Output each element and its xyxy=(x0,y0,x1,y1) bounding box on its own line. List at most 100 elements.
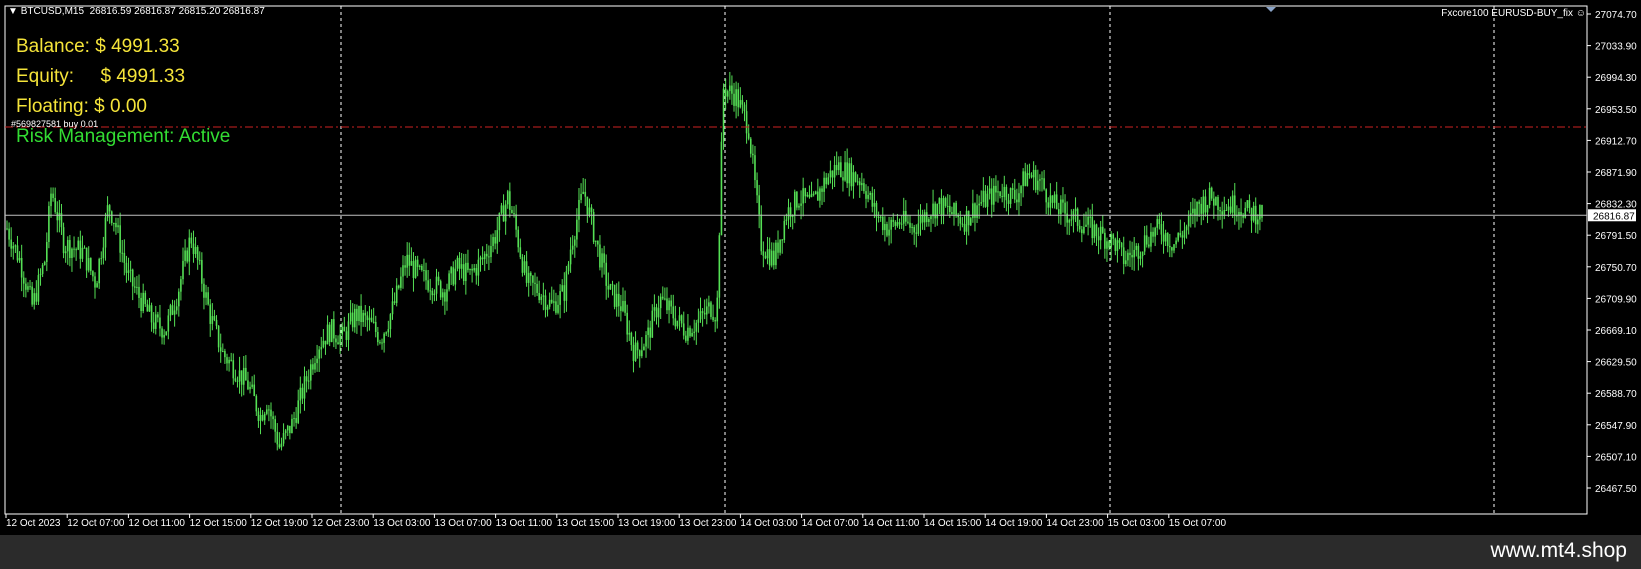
candle-body xyxy=(573,239,576,246)
candle-body xyxy=(444,292,446,302)
price-tick-label: 26750.70 xyxy=(1595,263,1637,274)
candle-body xyxy=(1231,195,1234,213)
candle-body xyxy=(546,306,549,310)
candle-body xyxy=(703,312,706,315)
candle-body xyxy=(1074,208,1077,212)
candle-body xyxy=(238,370,241,382)
candle-body xyxy=(209,304,212,324)
candle-body xyxy=(548,299,551,307)
candle-body xyxy=(1053,194,1056,203)
time-tick-label: 13 Oct 07:00 xyxy=(434,518,492,529)
time-tick-label: 12 Oct 11:00 xyxy=(128,518,185,529)
candle-body xyxy=(368,317,371,321)
candle-body xyxy=(542,295,545,297)
candle-body xyxy=(146,304,149,312)
candle-body xyxy=(87,258,90,271)
candle-body xyxy=(898,222,901,225)
candle-body xyxy=(550,299,553,303)
candle-body xyxy=(743,104,746,112)
candle-body xyxy=(165,331,168,335)
candle-body xyxy=(747,133,750,139)
candle-body xyxy=(500,205,503,213)
candle-body xyxy=(1108,241,1110,248)
candle-body xyxy=(1118,240,1121,243)
candle-body xyxy=(150,305,153,323)
expert-advisor-label[interactable]: Fxcore100 EURUSD-BUY_fix ☺ xyxy=(1441,8,1586,19)
candle-body xyxy=(911,226,913,228)
candle-body xyxy=(963,224,966,232)
candle-body xyxy=(263,413,266,421)
candle-body xyxy=(33,293,36,305)
candle-body xyxy=(678,315,681,321)
chart-area[interactable]: 27074.70 27033.90 26994.30 26953.50 26912.70… xyxy=(0,0,1641,535)
candle-body xyxy=(8,228,10,240)
candle-body xyxy=(504,204,507,222)
candle-body xyxy=(485,253,488,257)
candle-body xyxy=(483,253,486,260)
candle-body xyxy=(167,315,170,332)
candle-body xyxy=(358,305,360,321)
candle-body xyxy=(1187,215,1190,227)
candle-body xyxy=(672,306,675,319)
candle-body xyxy=(471,268,473,271)
candle-body xyxy=(291,418,293,434)
candle-body xyxy=(1009,188,1012,204)
candle-body xyxy=(1051,195,1054,203)
candle-body xyxy=(314,363,316,370)
candle-body xyxy=(731,85,733,94)
candle-body xyxy=(814,191,817,195)
candle-body xyxy=(169,305,172,316)
candle-body xyxy=(961,223,964,225)
candle-body xyxy=(951,212,953,215)
candle-body xyxy=(232,360,235,379)
candle-body xyxy=(861,183,863,186)
candle-body xyxy=(113,223,115,225)
candle-body xyxy=(798,205,800,208)
candle-body xyxy=(749,138,752,154)
candle-body xyxy=(439,281,442,298)
candle-body xyxy=(389,314,392,330)
candle-body xyxy=(364,312,367,316)
candle-body xyxy=(517,229,520,248)
candle-body xyxy=(865,191,867,199)
candle-body xyxy=(349,312,352,322)
candle-body xyxy=(1110,234,1112,248)
candle-body xyxy=(1152,231,1154,237)
candle-body xyxy=(995,185,997,193)
time-tick-label: 12 Oct 19:00 xyxy=(251,518,309,529)
candle-body xyxy=(1154,227,1156,237)
time-tick-label: 12 Oct 2023 xyxy=(6,518,61,529)
candle-body xyxy=(737,89,740,108)
candle-body xyxy=(1032,169,1035,178)
candle-body xyxy=(370,317,373,322)
candle-body xyxy=(527,272,530,283)
candle-body xyxy=(1206,204,1209,213)
candle-body xyxy=(907,221,909,223)
candle-body xyxy=(986,193,989,207)
candle-body xyxy=(888,229,890,236)
candle-body xyxy=(1039,179,1041,181)
candle-body xyxy=(553,301,555,303)
candle-body xyxy=(175,306,178,311)
candle-body xyxy=(247,380,249,390)
candle-body xyxy=(100,258,103,260)
candle-body xyxy=(969,218,972,226)
candle-body xyxy=(140,297,142,312)
candle-body xyxy=(752,153,754,156)
candle-body xyxy=(1001,196,1004,198)
candle-body xyxy=(601,253,603,268)
candle-body xyxy=(186,250,188,262)
collapse-arrow-icon[interactable]: ▼ xyxy=(8,6,18,17)
candle-body xyxy=(1198,201,1200,204)
price-chart[interactable]: 27074.70 27033.90 26994.30 26953.50 26912.70… xyxy=(0,0,1641,535)
candle-body xyxy=(976,205,978,218)
candle-body xyxy=(867,194,869,199)
candle-body xyxy=(699,311,702,320)
candle-body xyxy=(997,191,999,193)
price-tick-label: 26994.30 xyxy=(1595,73,1637,84)
candle-body xyxy=(917,223,920,234)
candle-body xyxy=(496,230,499,244)
candle-body xyxy=(938,198,941,204)
plot-border xyxy=(4,5,1588,515)
chart-shift-marker xyxy=(1266,7,1276,12)
